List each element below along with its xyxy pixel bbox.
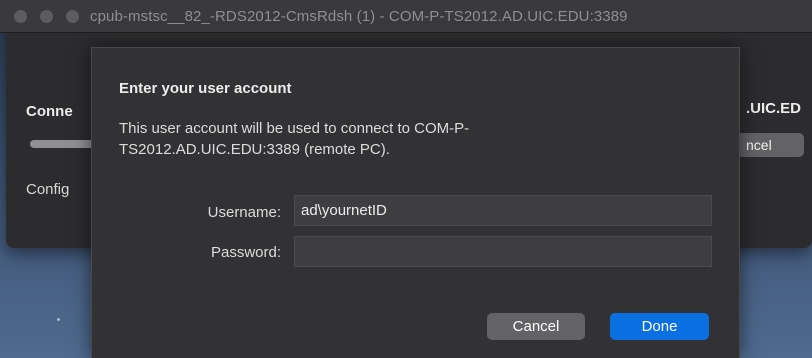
title-bar[interactable]: cpub-mstsc__82_-RDS2012-CmsRdsh (1) - CO… bbox=[0, 0, 812, 33]
window-title: cpub-mstsc__82_-RDS2012-CmsRdsh (1) - CO… bbox=[90, 8, 628, 25]
password-input[interactable] bbox=[294, 236, 712, 267]
cancel-button[interactable]: Cancel bbox=[487, 313, 585, 340]
username-input[interactable] bbox=[294, 195, 712, 226]
desktop-dot bbox=[57, 318, 60, 321]
connection-progress-bar bbox=[30, 140, 100, 148]
connecting-label: Conne bbox=[26, 103, 73, 120]
dialog-message: This user account will be used to connec… bbox=[119, 120, 470, 158]
password-label: Password: bbox=[210, 244, 281, 261]
username-label: Username: bbox=[207, 204, 281, 221]
background-cancel-button[interactable]: ncel bbox=[736, 133, 804, 157]
user-account-dialog: Enter your user account This user accoun… bbox=[91, 47, 740, 358]
dialog-title: Enter your user account bbox=[119, 80, 292, 97]
zoom-window-icon[interactable] bbox=[66, 10, 79, 23]
minimize-window-icon[interactable] bbox=[40, 10, 53, 23]
close-window-icon[interactable] bbox=[14, 10, 27, 23]
done-button[interactable]: Done bbox=[610, 313, 709, 340]
configuring-label: Config bbox=[26, 181, 70, 198]
host-label: .UIC.ED bbox=[746, 100, 802, 117]
